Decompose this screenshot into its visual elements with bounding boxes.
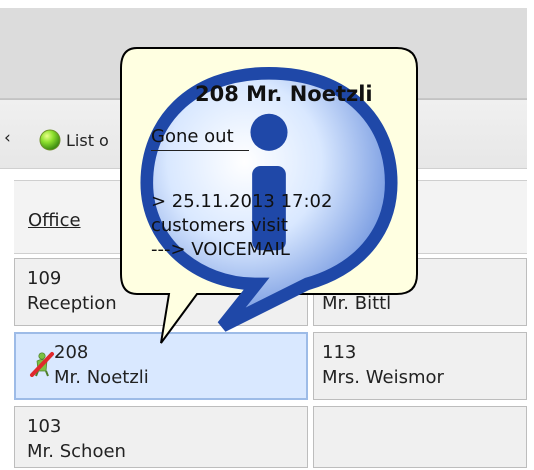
callout-divider bbox=[151, 150, 249, 151]
callout-detail-line-2: customers visit bbox=[151, 215, 288, 236]
empty-extension-cell[interactable] bbox=[313, 406, 527, 468]
extension-number: 208 bbox=[54, 342, 89, 363]
extension-cell-schoen[interactable]: 103 Mr. Schoen bbox=[14, 406, 308, 468]
office-column-header[interactable]: Office bbox=[28, 210, 81, 231]
person-away-icon bbox=[30, 352, 54, 377]
extension-number: 109 bbox=[27, 268, 62, 289]
list-label[interactable]: List o bbox=[66, 131, 109, 150]
extension-number: 103 bbox=[27, 416, 62, 437]
tooltip-callout: 208 Mr. Noetzli Gone out > 25.11.2013 17… bbox=[120, 47, 418, 344]
screen: ‹ List o Office 109 Reception Mr. Bittl bbox=[0, 0, 534, 470]
left-chevron-icon[interactable]: ‹ bbox=[4, 130, 11, 147]
extension-name: Reception bbox=[27, 293, 117, 314]
extension-number: 113 bbox=[322, 342, 357, 363]
extension-name: Mr. Noetzli bbox=[54, 367, 149, 388]
green-status-light-icon bbox=[39, 129, 61, 151]
callout-status: Gone out bbox=[151, 126, 234, 147]
callout-detail-line-3: ---> VOICEMAIL bbox=[151, 239, 290, 260]
callout-detail-line-1: > 25.11.2013 17:02 bbox=[151, 191, 333, 212]
extension-name: Mrs. Weismor bbox=[322, 367, 444, 388]
extension-name: Mr. Schoen bbox=[27, 441, 126, 462]
callout-title: 208 Mr. Noetzli bbox=[195, 82, 373, 106]
